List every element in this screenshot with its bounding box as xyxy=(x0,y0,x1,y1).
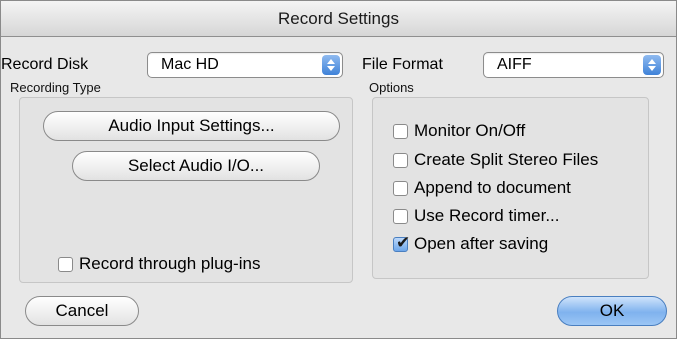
checkbox-icon xyxy=(58,256,73,272)
file-format-popup[interactable]: AIFF xyxy=(483,52,664,78)
checkbox-icon xyxy=(393,180,408,196)
window-title: Record Settings xyxy=(1,1,676,37)
options-heading: Options xyxy=(369,80,414,95)
file-format-value: AIFF xyxy=(497,56,532,73)
cancel-button[interactable]: Cancel xyxy=(25,296,139,326)
file-format-label: File Format xyxy=(362,56,443,73)
record-disk-label: Record Disk xyxy=(1,56,89,73)
checkbox-checked-icon: ✔ xyxy=(393,233,410,252)
ok-button[interactable]: OK xyxy=(557,296,667,326)
checkbox-icon xyxy=(393,123,408,139)
popup-arrows-icon xyxy=(643,55,661,75)
audio-input-settings-button[interactable]: Audio Input Settings... xyxy=(43,111,340,141)
option-record-timer[interactable]: Use Record timer... xyxy=(393,206,560,226)
option-label: Open after saving xyxy=(414,234,549,253)
option-monitor[interactable]: Monitor On/Off xyxy=(393,121,525,141)
option-append[interactable]: Append to document xyxy=(393,178,571,198)
option-open-after-saving[interactable]: ✔ Open after saving xyxy=(393,233,549,254)
checkmark-icon: ✔ xyxy=(396,232,411,252)
select-audio-io-button[interactable]: Select Audio I/O... xyxy=(72,151,320,181)
recording-type-heading: Recording Type xyxy=(10,80,101,95)
option-split-stereo[interactable]: Create Split Stereo Files xyxy=(393,150,598,170)
option-label: Monitor On/Off xyxy=(414,121,526,140)
checkbox-icon xyxy=(393,152,408,168)
checkbox-icon xyxy=(393,208,408,224)
record-through-plugins-label: Record through plug-ins xyxy=(79,254,261,273)
record-disk-value: Mac HD xyxy=(161,56,219,73)
record-settings-dialog: Record Settings Record Disk Mac HD File … xyxy=(0,0,677,339)
record-through-plugins-checkbox[interactable]: Record through plug-ins xyxy=(58,254,260,274)
popup-arrows-icon xyxy=(322,55,340,75)
option-label: Append to document xyxy=(414,178,571,197)
option-label: Use Record timer... xyxy=(414,206,560,225)
option-label: Create Split Stereo Files xyxy=(414,150,599,169)
record-disk-popup[interactable]: Mac HD xyxy=(147,52,343,78)
